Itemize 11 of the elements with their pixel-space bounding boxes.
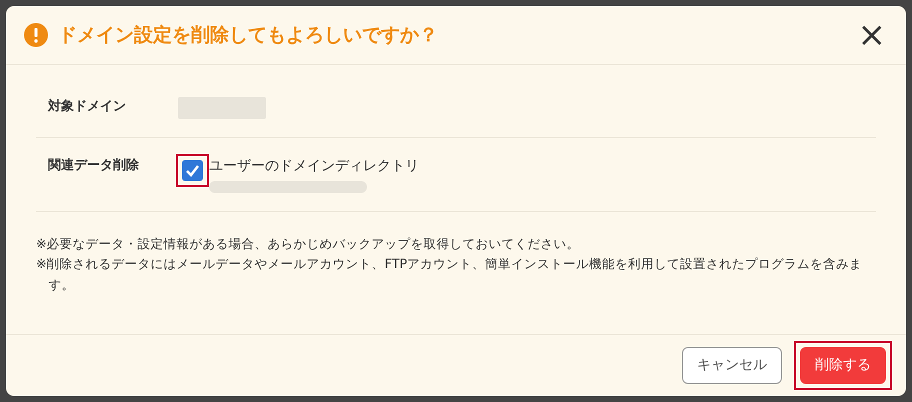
warning-icon xyxy=(24,23,48,47)
checkbox[interactable] xyxy=(182,160,203,181)
field-label: 関連データ削除 xyxy=(48,157,140,175)
close-button[interactable]: × xyxy=(856,18,888,52)
field-label: 対象ドメイン xyxy=(48,98,127,116)
note-text: ※必要なデータ・設定情報がある場合、あらかじめバックアップを取得しておいてください。 xyxy=(36,235,581,253)
note-text: ※削除されるデータにはメールデータやメールアカウント、FTPアカウント、簡単インストール機能を利用して設置されたプログラムを含みます。 xyxy=(36,255,864,294)
delete-button[interactable]: 削除する xyxy=(800,347,886,384)
cancel-button[interactable]: キャンセル xyxy=(682,347,782,384)
dialog-title: ドメイン設定を削除してもよろしいですか？ xyxy=(58,22,438,48)
checkbox-label: ユーザーのドメインディレクトリ xyxy=(209,157,419,176)
